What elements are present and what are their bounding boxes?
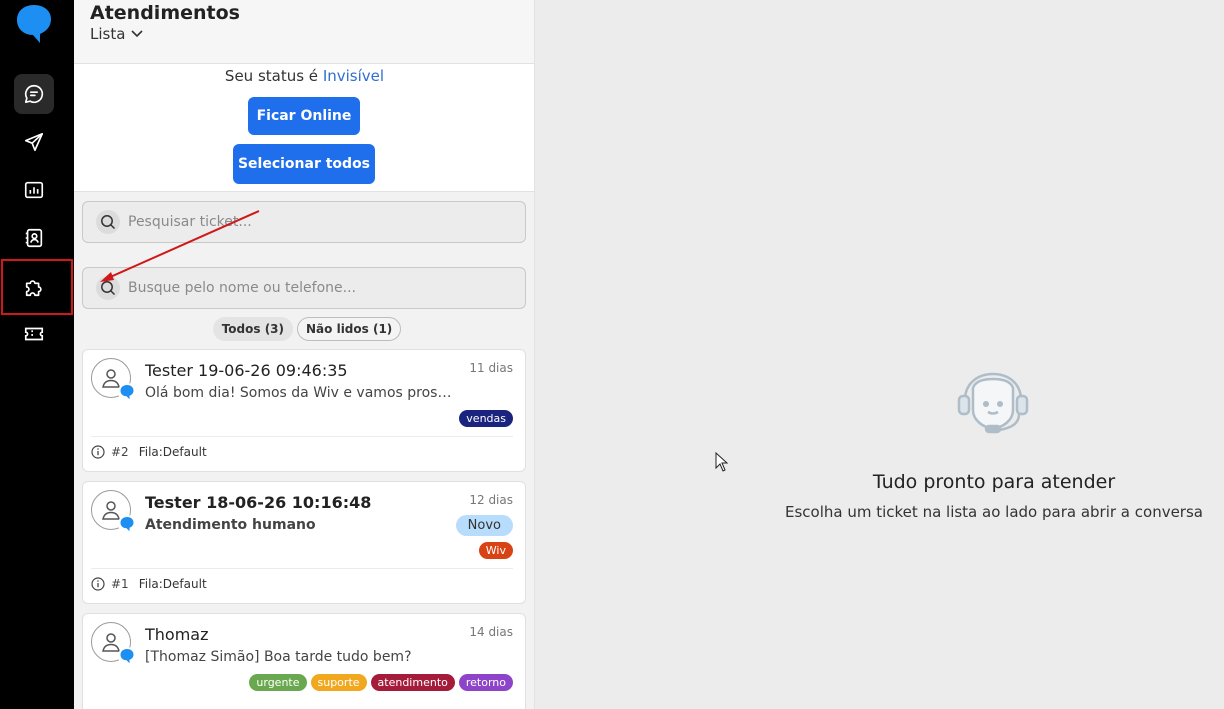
tag-badge: atendimento [370,674,455,691]
status-area: Seu status é Invisível Ficar Online Sele… [74,64,534,192]
avatar [91,490,136,533]
ticket-last-message: Atendimento humano [145,517,316,533]
status-value-link[interactable]: Invisível [323,67,384,85]
panel-header: Atendimentos Lista [74,0,534,64]
chat-channel-icon [118,515,136,533]
app-window: Atendimentos Lista Seu status é Invisíve… [0,0,1224,709]
search-icon [96,276,120,300]
view-selector[interactable]: Lista [90,25,143,43]
ticket-contact-name: Tester 19-06-26 09:46:35 [145,361,348,380]
send-icon [24,132,44,152]
ticket-time: 11 dias [469,361,513,375]
sidebar-item-send[interactable] [14,122,54,162]
ticket-last-message: [Thomaz Simão] Boa tarde tudo bem? [145,649,412,665]
support-agent-icon [957,372,1029,434]
ticket-card[interactable]: Tester 18-06-26 10:16:48 12 dias Atendim… [82,481,526,604]
status-badge: Novo [455,515,513,536]
ticket-number: #2 [111,445,129,459]
go-online-button[interactable]: Ficar Online [248,97,360,135]
ticket-queue: Fila:Default [138,577,207,591]
ticket-tags: Wiv [478,542,513,559]
tickets-panel: Atendimentos Lista Seu status é Invisíve… [74,0,535,709]
ticket-contact-name: Tester 18-06-26 10:16:48 [145,493,372,512]
chat-channel-icon [118,383,136,401]
sidebar [0,0,74,709]
ticket-card[interactable]: Thomaz 14 dias [Thomaz Simão] Boa tarde … [82,613,526,709]
info-icon [91,577,105,591]
avatar [91,622,136,665]
ticket-last-message: Olá bom dia! Somos da Wiv e vamos prosse… [145,385,455,401]
page-title: Atendimentos [90,2,240,24]
ticket-search [82,201,526,243]
contacts-icon [25,228,43,248]
ticket-tags: urgente suporte atendimento retorno [249,674,513,691]
logo-icon[interactable] [16,4,52,44]
divider [91,436,513,437]
tag-badge: retorno [458,674,513,691]
contact-search-input[interactable] [128,280,508,296]
ticket-icon [24,327,44,341]
contact-search [82,267,526,309]
ticket-tags: vendas [459,410,513,427]
empty-state-title: Tudo pronto para atender [872,471,1116,493]
info-icon [91,445,105,459]
ticket-queue: Fila:Default [138,445,207,459]
select-all-button[interactable]: Selecionar todos [233,144,375,184]
status-prefix: Seu status é [224,67,319,85]
avatar [91,358,136,401]
ticket-time: 12 dias [469,493,513,507]
filter-chip-unread[interactable]: Não lidos (1) [297,317,402,341]
empty-state-subtitle: Escolha um ticket na lista ao lado para … [785,503,1203,521]
search-icon [96,210,120,234]
chat-channel-icon [118,647,136,665]
status-line: Seu status é Invisível [74,67,534,85]
tag-badge: suporte [310,674,367,691]
filter-chip-all[interactable]: Todos (3) [212,317,294,341]
ticket-contact-name: Thomaz [145,625,209,644]
conversation-area: Tudo pronto para atender Escolha um tick… [535,0,1224,709]
ticket-number: #1 [111,577,129,591]
ticket-footer: #1 Fila:Default [91,577,207,591]
ticket-card[interactable]: Tester 19-06-26 09:46:35 11 dias Olá bom… [82,349,526,472]
tag-badge: Wiv [478,542,513,559]
ticket-footer: #2 Fila:Default [91,445,207,459]
tag-badge: urgente [249,674,307,691]
tag-badge: vendas [459,410,513,427]
sidebar-item-reports[interactable] [14,170,54,210]
mouse-cursor-icon [715,452,729,472]
ticket-search-input[interactable] [128,214,508,230]
filter-chips: Todos (3) Não lidos (1) [74,317,534,341]
sidebar-item-contacts[interactable] [14,218,54,258]
sidebar-item-tickets[interactable] [14,314,54,354]
divider [91,568,513,569]
sidebar-item-chat[interactable] [14,74,54,114]
ticket-time: 14 dias [469,625,513,639]
chevron-down-icon [131,30,143,38]
view-selector-label: Lista [90,25,126,43]
chart-icon [24,181,44,199]
annotation-highlight-box [1,259,73,315]
chat-icon [24,84,44,104]
